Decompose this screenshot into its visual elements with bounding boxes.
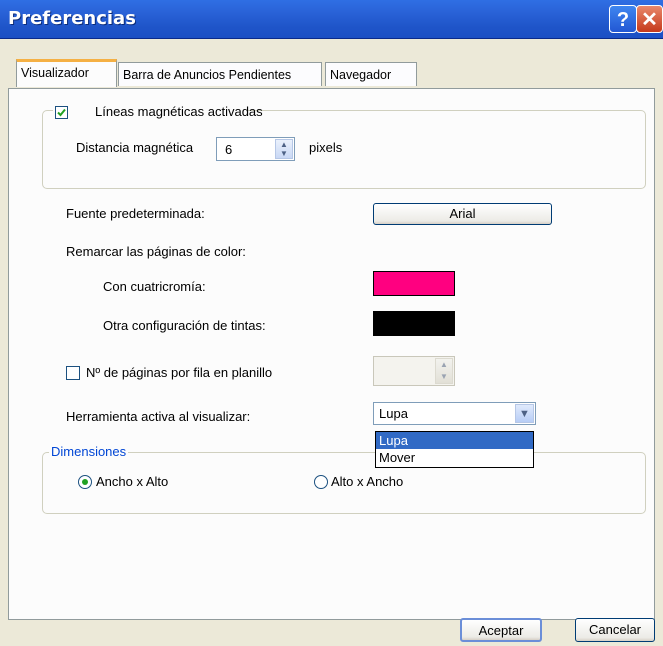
tab-barra-anuncios[interactable]: Barra de Anuncios Pendientes (118, 62, 322, 86)
distance-value: 6 (225, 142, 233, 157)
radio-width-height-label: Ancho x Alto (96, 474, 169, 489)
tool-label: Herramienta activa al visualizar: (66, 409, 251, 424)
tab-panel: Líneas magnéticas activadas Distancia ma… (8, 88, 655, 620)
cmyk-label: Con cuatricromía: (103, 279, 206, 294)
font-label: Fuente predeterminada: (66, 206, 205, 221)
distance-label: Distancia magnética (76, 140, 194, 155)
tool-select[interactable]: Lupa ▼ (373, 402, 536, 425)
magnetic-checkbox[interactable] (55, 106, 68, 119)
tool-option-mover[interactable]: Mover (376, 449, 533, 466)
chevron-down-icon[interactable]: ▼ (515, 404, 534, 423)
spinner-arrows-icon[interactable]: ▲ ▼ (435, 358, 453, 384)
ok-button[interactable]: Aceptar (460, 618, 542, 642)
help-icon[interactable]: ? (609, 5, 637, 33)
pages-per-row-spinner[interactable]: ▲ ▼ (373, 356, 455, 386)
other-inks-color-swatch[interactable] (373, 311, 455, 336)
magnetic-checkbox-row: Líneas magnéticas activadas (53, 103, 263, 121)
cancel-button[interactable]: Cancelar (575, 618, 655, 642)
tool-dropdown-list: Lupa Mover (375, 431, 534, 468)
unit-label: pixels (309, 140, 343, 155)
font-button[interactable]: Arial (373, 203, 552, 225)
other-inks-label: Otra configuración de tintas: (103, 318, 266, 333)
magnetic-checkbox-label: Líneas magnéticas activadas (95, 104, 263, 119)
preferences-dialog: Preferencias ? ✕ Visualizador Barra de A… (0, 0, 663, 646)
close-icon[interactable]: ✕ (636, 5, 663, 33)
tab-navegador[interactable]: Navegador (325, 62, 417, 86)
spinner-arrows-icon[interactable]: ▲ ▼ (275, 139, 293, 159)
checkmark-icon (57, 108, 66, 117)
tool-selected-value: Lupa (379, 406, 408, 421)
title-bar[interactable]: Preferencias ? ✕ (0, 0, 663, 39)
tab-visualizador[interactable]: Visualizador (16, 59, 117, 87)
cmyk-color-swatch[interactable] (373, 271, 455, 296)
radio-height-width-label: Alto x Ancho (331, 474, 404, 489)
highlight-label: Remarcar las páginas de color: (66, 244, 246, 259)
pages-per-row-checkbox[interactable] (66, 366, 80, 380)
radio-selected-dot (82, 479, 88, 485)
tool-option-lupa[interactable]: Lupa (376, 432, 533, 449)
dimensions-legend: Dimensiones (49, 444, 129, 459)
pages-per-row-label: Nº de páginas por fila en planillo (86, 365, 273, 380)
radio-width-height[interactable] (78, 475, 92, 489)
radio-height-width[interactable] (314, 475, 328, 489)
distance-spinner[interactable]: 6 ▲ ▼ (216, 137, 295, 161)
window-title: Preferencias (8, 8, 136, 29)
